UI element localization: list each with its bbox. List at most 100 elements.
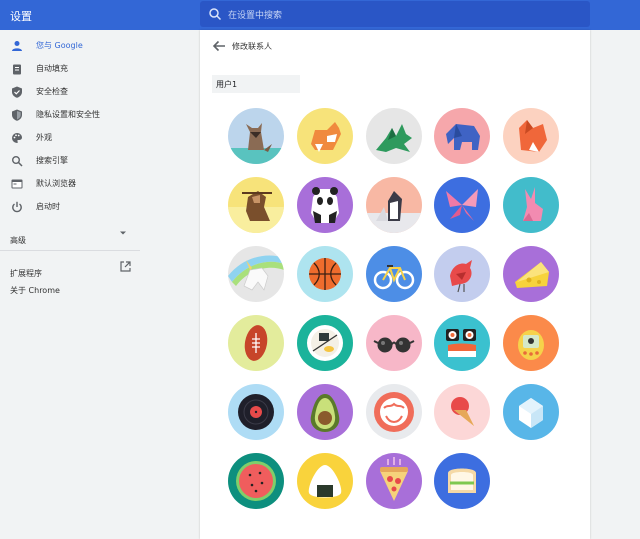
clipboard-icon	[13, 64, 21, 75]
tamagotchi-icon	[503, 315, 559, 371]
avatar-ramen-bowl[interactable]	[297, 315, 353, 371]
avatar-origami-dragon[interactable]	[366, 108, 422, 164]
search-icon	[12, 156, 23, 167]
sidebar-item-autofill[interactable]: 自动填充	[0, 58, 140, 80]
cheese-icon	[503, 246, 559, 302]
sidebar-item-label: 搜索引擎	[36, 156, 68, 165]
power-icon	[12, 201, 22, 213]
sidebar-item-appearance[interactable]: 外观	[0, 127, 140, 149]
avatar-pizza[interactable]	[366, 453, 422, 509]
basketball-icon	[297, 246, 353, 302]
avatar-origami-rabbit[interactable]	[503, 177, 559, 233]
sushi-icon	[434, 315, 490, 371]
origami-corgi-icon	[297, 108, 353, 164]
sidebar-item-label: 隐私设置和安全性	[36, 110, 100, 119]
avatar-origami-penguin[interactable]	[366, 177, 422, 233]
avatar-vinyl-record[interactable]	[228, 384, 284, 440]
origami-monkey-icon	[228, 177, 284, 233]
avatar-sushi[interactable]	[434, 315, 490, 371]
sidebar-item-label: 自动填充	[36, 64, 68, 73]
advanced-label: 高级	[10, 236, 26, 245]
avatar-origami-monkey[interactable]	[228, 177, 284, 233]
origami-fox-icon	[503, 108, 559, 164]
edit-person-panel: 修改联系人	[200, 30, 590, 539]
page-title: 修改联系人	[232, 42, 272, 51]
sidebar-item-safety-check[interactable]: 安全检查	[0, 81, 140, 103]
origami-rabbit-icon	[503, 177, 559, 233]
avatar-ice-cube[interactable]	[503, 384, 559, 440]
header-bar: 设置 在设置中搜索	[0, 0, 640, 30]
back-arrow-icon[interactable]	[212, 40, 226, 52]
avatar-tamagotchi[interactable]	[503, 315, 559, 371]
origami-panda-icon	[297, 177, 353, 233]
avatar-origami-corgi[interactable]	[297, 108, 353, 164]
bicycle-icon	[366, 246, 422, 302]
ice-cream-icon	[434, 384, 490, 440]
sunglasses-icon	[366, 315, 422, 371]
ice-cube-icon	[503, 384, 559, 440]
avatar-onigiri[interactable]	[297, 453, 353, 509]
app-title: 设置	[10, 10, 32, 23]
smiley-icon	[366, 384, 422, 440]
sidebar-divider	[0, 250, 140, 251]
palette-icon	[12, 133, 22, 143]
chevron-down-icon	[120, 231, 126, 235]
avatar-ice-cream[interactable]	[434, 384, 490, 440]
avatar-sunglasses[interactable]	[366, 315, 422, 371]
sidebar-item-label: 您与 Google	[36, 41, 83, 50]
avatar-football[interactable]	[228, 315, 284, 371]
onigiri-icon	[297, 453, 353, 509]
origami-elephant-icon	[434, 108, 490, 164]
advanced-toggle[interactable]: 高级	[10, 228, 135, 245]
avatar-smiley[interactable]	[366, 384, 422, 440]
avatar-sandwich[interactable]	[434, 453, 490, 509]
person-icon	[12, 41, 22, 51]
origami-butterfly-icon	[434, 177, 490, 233]
open-in-new-icon	[120, 261, 131, 272]
sidebar-item-search-engine[interactable]: 搜索引擎	[0, 150, 140, 172]
search-input[interactable]: 在设置中搜索	[200, 1, 590, 27]
avatar-origami-panda[interactable]	[297, 177, 353, 233]
origami-cat-icon	[228, 108, 284, 164]
avatar-origami-cat[interactable]	[228, 108, 284, 164]
sidebar: 您与 Google 自动填充 安全检查 隐私设置和安全性 外观 搜索引擎 默认浏…	[0, 30, 140, 539]
sidebar-item-default-browser[interactable]: 默认浏览器	[0, 173, 140, 195]
avatar-avocado[interactable]	[297, 384, 353, 440]
browser-icon	[11, 179, 23, 189]
avatar-bicycle[interactable]	[366, 246, 422, 302]
sandwich-icon	[434, 453, 490, 509]
sidebar-item-label: 外观	[36, 133, 52, 142]
avatar-cheese[interactable]	[503, 246, 559, 302]
sidebar-item-privacy[interactable]: 隐私设置和安全性	[0, 104, 140, 126]
search-icon	[209, 8, 222, 21]
origami-dragon-icon	[366, 108, 422, 164]
origami-penguin-icon	[366, 177, 422, 233]
avatar-origami-fox[interactable]	[503, 108, 559, 164]
sidebar-item-label: 启动时	[36, 202, 60, 211]
sidebar-item-you-and-google[interactable]: 您与 Google	[0, 35, 140, 57]
profile-name-input[interactable]	[212, 75, 300, 93]
shield-icon	[12, 109, 22, 121]
shield-check-icon	[12, 86, 22, 98]
football-icon	[228, 315, 284, 371]
sidebar-item-label: 默认浏览器	[36, 179, 76, 188]
avocado-icon	[297, 384, 353, 440]
sidebar-item-about-chrome[interactable]: 关于 Chrome	[10, 285, 60, 296]
extensions-label: 扩展程序	[10, 269, 42, 278]
bird-icon	[434, 246, 490, 302]
avatar-origami-butterfly[interactable]	[434, 177, 490, 233]
pizza-icon	[366, 453, 422, 509]
avatar-watermelon[interactable]	[228, 453, 284, 509]
search-placeholder: 在设置中搜索	[228, 11, 283, 21]
avatar-bird[interactable]	[434, 246, 490, 302]
vinyl-record-icon	[228, 384, 284, 440]
avatar-origami-unicorn[interactable]	[228, 246, 284, 302]
sidebar-item-on-startup[interactable]: 启动时	[0, 196, 140, 218]
avatar-basketball[interactable]	[297, 246, 353, 302]
origami-unicorn-icon	[228, 246, 284, 302]
sidebar-item-extensions[interactable]: 扩展程序	[10, 261, 135, 278]
ramen-bowl-icon	[297, 315, 353, 371]
avatar-origami-elephant[interactable]	[434, 108, 490, 164]
sidebar-item-label: 安全检查	[36, 87, 68, 96]
watermelon-icon	[228, 453, 284, 509]
